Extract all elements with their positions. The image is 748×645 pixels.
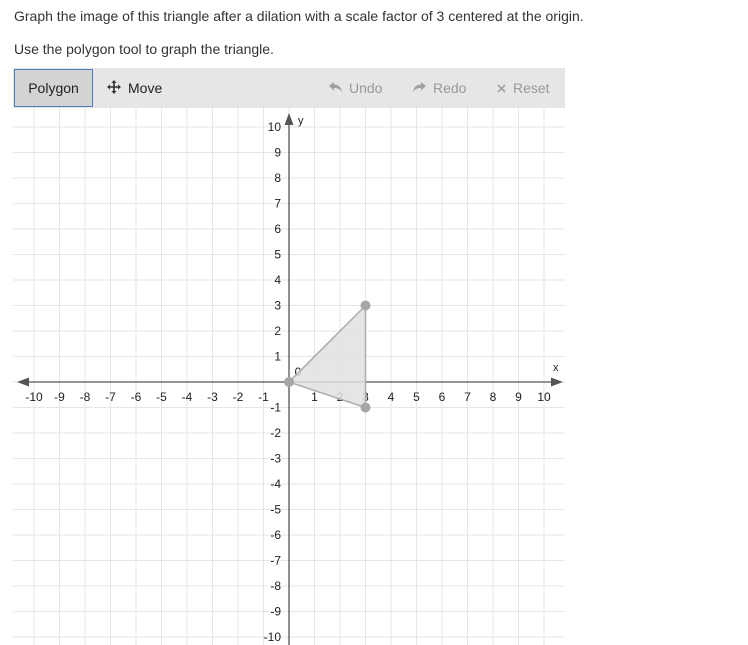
reset-label: Reset [513,80,550,96]
y-tick-label: 9 [274,146,281,160]
triangle-vertex-point [360,300,371,311]
x-tick-label: 6 [439,390,446,404]
y-tick-label: -4 [270,477,281,491]
y-tick-label: 5 [274,248,281,262]
x-tick-label: -2 [233,390,244,404]
x-axis-right-arrow [551,377,563,387]
y-tick-label: -1 [270,401,281,415]
y-axis-name: y [298,115,304,127]
polygon-tool-label: Polygon [28,80,79,96]
x-tick-label: 10 [537,390,551,404]
y-tick-label: 7 [274,197,281,211]
undo-button[interactable]: Undo [329,68,382,108]
y-tick-label: 4 [274,273,281,287]
x-tick-label: 7 [464,390,471,404]
x-icon [497,80,506,96]
move-arrows-icon [107,79,121,97]
graph-canvas[interactable]: x y -10 -9 -8 -7 -6 -5 -4 -3 -2 -1 1 2 3 4 5 6 7 8 9 10 10 9 8 7 6… [13,108,565,645]
x-tick-label: -8 [80,390,91,404]
polygon-tool-button[interactable]: Polygon [14,69,93,107]
x-tick-label: 8 [490,390,497,404]
y-tick-label: -6 [270,528,281,542]
redo-arrow-icon [413,80,426,96]
x-tick-label: -10 [25,390,43,404]
y-tick-label: 1 [274,350,281,364]
x-tick-label: 9 [515,390,522,404]
move-tool-button[interactable]: Move [107,68,162,108]
x-tick-label: -3 [207,390,218,404]
y-tick-label: 10 [268,120,282,134]
triangle-vertex-point [284,377,294,387]
y-tick-label: -5 [270,503,281,517]
y-tick-label: 3 [274,299,281,313]
x-tick-label: -9 [54,390,65,404]
y-tick-label: 2 [274,324,281,338]
x-tick-label: -7 [105,390,116,404]
y-tick-label: 8 [274,171,281,185]
y-axis-up-arrow [284,113,294,125]
y-tick-label: -7 [270,554,281,568]
coordinate-graph[interactable]: x y -10 -9 -8 -7 -6 -5 -4 -3 -2 -1 1 2 3 4 5 6 7 8 9 10 10 9 8 7 6… [13,108,565,645]
reset-button[interactable]: Reset [497,68,550,108]
graph-toolbar: Polygon Move Undo Redo Reset [13,68,565,108]
tool-instruction-text: Use the polygon tool to graph the triang… [14,41,274,57]
x-axis-name: x [553,362,559,374]
x-tick-label: -1 [258,390,269,404]
move-tool-label: Move [128,80,163,96]
x-axis-left-arrow [17,377,29,387]
instruction-text: Graph the image of this triangle after a… [14,8,584,24]
x-tick-label: -6 [131,390,142,404]
x-tick-label: 5 [413,390,420,404]
x-tick-label: 4 [388,390,395,404]
undo-arrow-icon [329,80,342,96]
x-tick-label: -5 [156,390,167,404]
y-tick-label: -8 [270,579,281,593]
redo-label: Redo [433,80,467,96]
y-tick-label: -2 [270,426,281,440]
undo-label: Undo [349,80,383,96]
x-tick-label: -4 [182,390,193,404]
redo-button[interactable]: Redo [413,68,466,108]
y-tick-label: -3 [270,452,281,466]
y-tick-label: -9 [270,605,281,619]
triangle-vertex-point [360,402,371,413]
y-tick-label: -10 [264,630,282,644]
y-tick-label: 6 [274,222,281,236]
